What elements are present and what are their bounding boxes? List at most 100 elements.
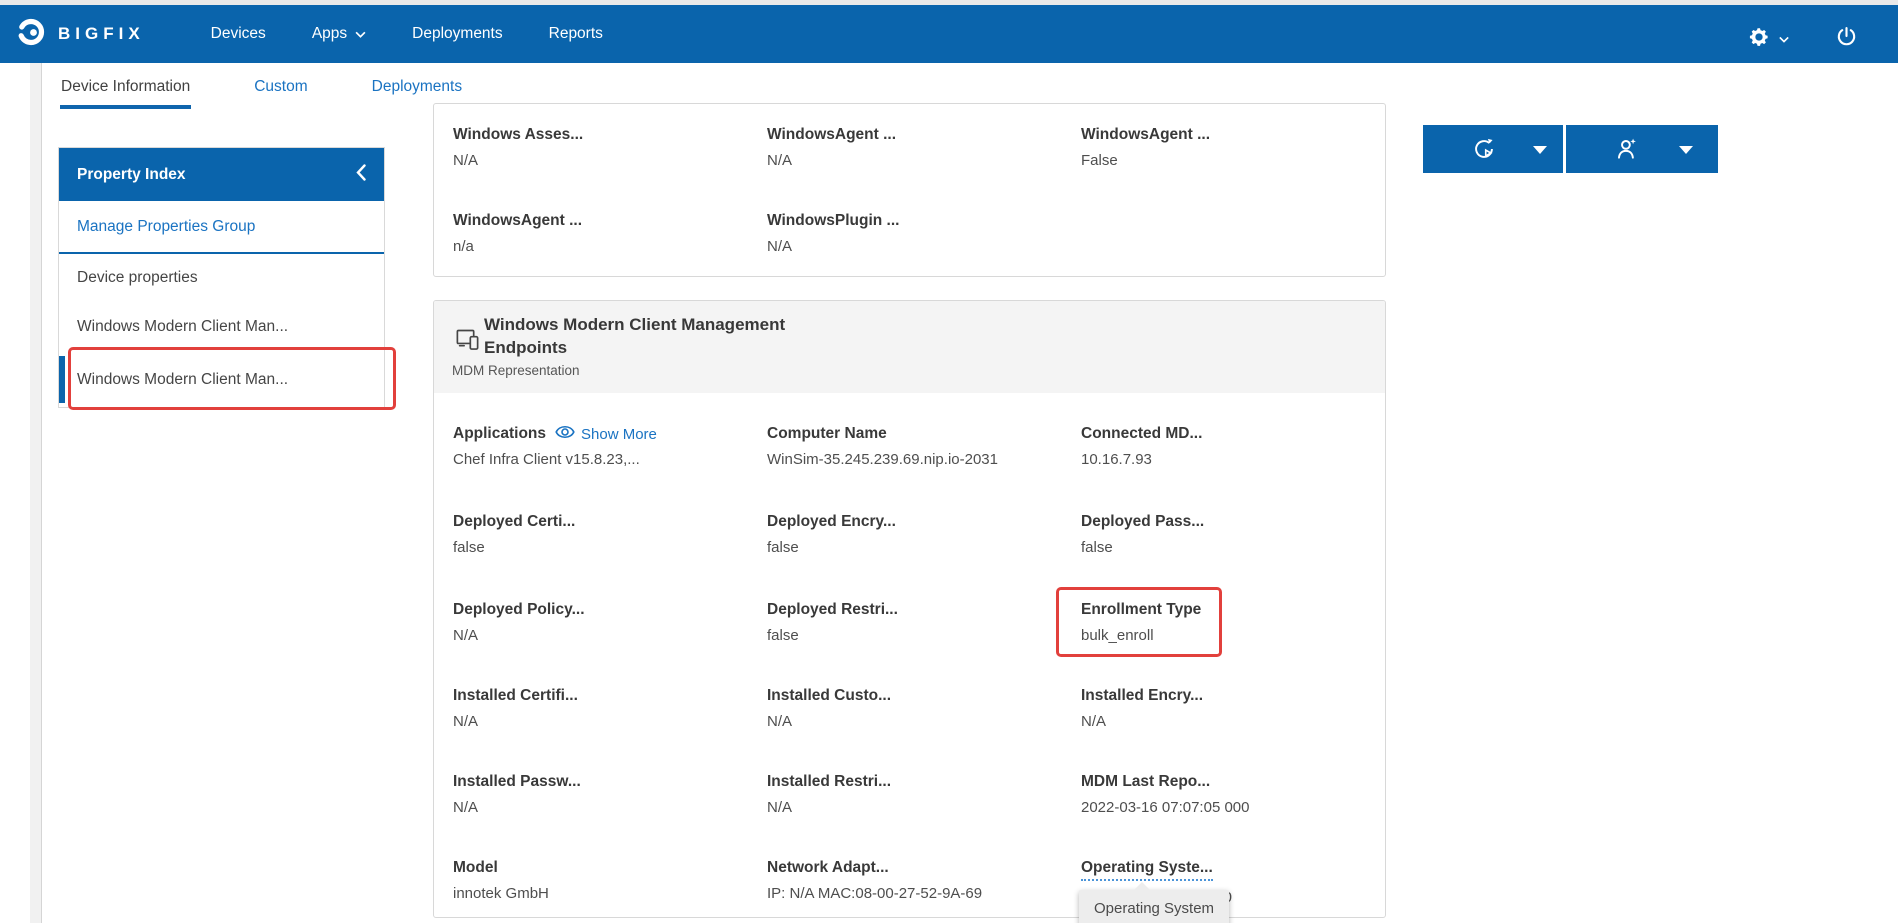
property-cell: Installed Restri... N/A xyxy=(767,773,1072,816)
property-label: Deployed Certi... xyxy=(453,513,758,531)
scroll-gutter xyxy=(30,63,42,923)
property-value: N/A xyxy=(1081,713,1386,730)
deploy-action-button[interactable] xyxy=(1423,125,1563,173)
gear-icon[interactable] xyxy=(1748,26,1770,53)
property-cell: WindowsAgent ... n/a xyxy=(453,212,758,255)
property-index-panel: Property Index Manage Properties Group D… xyxy=(58,147,385,408)
property-value: 2022-03-16 07:07:05 000 xyxy=(1081,799,1386,816)
property-label: Installed Restri... xyxy=(767,773,1072,791)
property-label: Deployed Restri... xyxy=(767,601,1072,619)
property-cell: Installed Certifi... N/A xyxy=(453,687,758,730)
nav-item-reports[interactable]: Reports xyxy=(549,25,603,43)
property-index-header: Property Index xyxy=(59,148,384,201)
property-label: Model xyxy=(453,859,758,877)
property-value: WinSim-35.245.239.69.nip.io-2031 xyxy=(767,451,1072,468)
property-label: MDM Last Repo... xyxy=(1081,773,1386,791)
settings-menu-trigger[interactable] xyxy=(1748,26,1789,53)
property-label: Installed Certifi... xyxy=(453,687,758,705)
property-value: false xyxy=(767,539,1072,556)
power-icon[interactable] xyxy=(1835,25,1858,53)
property-label: Network Adapt... xyxy=(767,859,1072,877)
tooltip-operating-system: Operating System xyxy=(1079,890,1229,923)
device-action-buttons xyxy=(1423,125,1718,173)
property-cell: MDM Last Repo... 2022-03-16 07:07:05 000 xyxy=(1081,773,1386,816)
chevron-down-icon xyxy=(1779,30,1789,48)
tab-custom[interactable]: Custom xyxy=(253,63,308,109)
property-value: N/A xyxy=(767,713,1072,730)
property-label: Windows Asses... xyxy=(453,126,758,144)
add-user-action-button[interactable] xyxy=(1566,125,1718,173)
property-label-hovered[interactable]: Operating Syste... xyxy=(1081,859,1213,881)
property-cell: Deployed Encry... false xyxy=(767,513,1072,556)
mdm-endpoints-card: Windows Modern Client Management Endpoin… xyxy=(433,300,1386,918)
property-value: N/A xyxy=(453,627,758,644)
property-cell: Installed Passw... N/A xyxy=(453,773,758,816)
property-label: Deployed Encry... xyxy=(767,513,1072,531)
property-value: N/A xyxy=(453,152,758,169)
property-value: false xyxy=(767,627,1072,644)
property-label: Installed Encry... xyxy=(1081,687,1386,705)
sidebar-item-manage-properties-group[interactable]: Manage Properties Group xyxy=(59,201,384,254)
mdm-card-title: Windows Modern Client Management Endpoin… xyxy=(484,313,785,359)
property-cell: WindowsAgent ... False xyxy=(1081,126,1386,169)
property-value: N/A xyxy=(767,152,1072,169)
property-label: Computer Name xyxy=(767,425,1072,443)
property-value: N/A xyxy=(767,799,1072,816)
property-value: N/A xyxy=(453,799,758,816)
agent-properties-card: Windows Asses... N/A WindowsAgent ... N/… xyxy=(433,103,1386,277)
property-cell-enrollment-type: Enrollment Type bulk_enroll xyxy=(1081,601,1386,644)
nav-item-apps[interactable]: Apps xyxy=(312,25,366,43)
eye-icon[interactable] xyxy=(555,425,575,443)
add-user-icon xyxy=(1614,136,1640,167)
property-cell: Deployed Pass... false xyxy=(1081,513,1386,556)
property-label: Installed Custo... xyxy=(767,687,1072,705)
header-actions xyxy=(1748,10,1858,68)
property-label: WindowsPlugin ... xyxy=(767,212,1072,230)
property-cell: Network Adapt... IP: N/A MAC:08-00-27-52… xyxy=(767,859,1072,902)
property-value: false xyxy=(1081,539,1386,556)
add-user-dropdown-caret[interactable] xyxy=(1679,146,1693,154)
property-value: n/a xyxy=(453,238,758,255)
property-value: False xyxy=(1081,152,1386,169)
property-cell: Computer Name WinSim-35.245.239.69.nip.i… xyxy=(767,425,1072,468)
sidebar-item-device-properties[interactable]: Device properties xyxy=(59,254,384,302)
show-more-link[interactable]: Show More xyxy=(555,425,657,443)
property-cell: Installed Custo... N/A xyxy=(767,687,1072,730)
property-cell: WindowsPlugin ... N/A xyxy=(767,212,1072,255)
property-label: Installed Passw... xyxy=(453,773,758,791)
nav-item-deployments[interactable]: Deployments xyxy=(412,25,502,43)
property-value: bulk_enroll xyxy=(1081,627,1386,644)
sidebar-item-windows-modern-client-2[interactable]: Windows Modern Client Man... xyxy=(59,352,384,407)
sidebar-item-windows-modern-client-1[interactable]: Windows Modern Client Man... xyxy=(59,302,384,352)
chevron-down-icon xyxy=(355,25,366,43)
property-label: Deployed Policy... xyxy=(453,601,758,619)
main-nav: Devices Apps Deployments Reports xyxy=(211,25,603,43)
property-cell: Deployed Restri... false xyxy=(767,601,1072,644)
nav-item-devices[interactable]: Devices xyxy=(211,25,266,43)
brand-home-link[interactable]: BIGFIX xyxy=(15,16,145,53)
property-cell: Deployed Certi... false xyxy=(453,513,758,556)
chevron-left-icon[interactable] xyxy=(356,164,366,186)
property-label: Enrollment Type xyxy=(1081,601,1386,619)
property-cell: Windows Asses... N/A xyxy=(453,126,758,169)
deploy-dropdown-caret[interactable] xyxy=(1533,146,1547,154)
app-header: BIGFIX Devices Apps Deployments Reports xyxy=(0,5,1898,63)
property-cell: Model innotek GmbH xyxy=(453,859,758,902)
bigfix-logo-icon xyxy=(15,16,47,53)
tab-device-information[interactable]: Device Information xyxy=(60,63,191,109)
property-cell: Connected MD... 10.16.7.93 xyxy=(1081,425,1386,468)
property-value: 10.16.7.93 xyxy=(1081,451,1386,468)
brand-name: BIGFIX xyxy=(58,24,145,44)
mdm-card-header: Windows Modern Client Management Endpoin… xyxy=(434,301,1385,393)
property-label: WindowsAgent ... xyxy=(1081,126,1386,144)
property-value: Chef Infra Client v15.8.23,... xyxy=(453,451,758,468)
property-value: false xyxy=(453,539,758,556)
property-value: N/A xyxy=(453,713,758,730)
device-endpoints-icon xyxy=(454,326,481,358)
property-label: WindowsAgent ... xyxy=(453,212,758,230)
property-label: Applications xyxy=(453,425,546,443)
deploy-action-icon xyxy=(1471,136,1497,167)
property-label: Connected MD... xyxy=(1081,425,1386,443)
property-cell: WindowsAgent ... N/A xyxy=(767,126,1072,169)
property-index-title: Property Index xyxy=(77,166,186,184)
